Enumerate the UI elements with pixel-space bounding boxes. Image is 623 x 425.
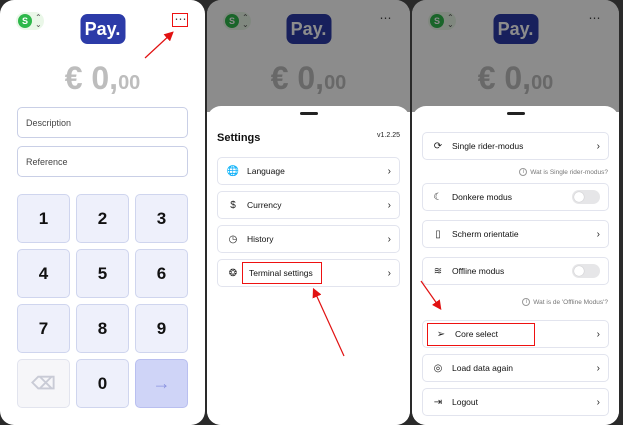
chevron-right-icon: › [596, 228, 600, 240]
core-select-highlight: ➢ Core select [427, 322, 535, 346]
globe-icon: 🌐 [226, 165, 240, 177]
settings-item-label: Terminal settings [242, 262, 322, 284]
chevron-right-icon: › [596, 140, 600, 152]
clock-icon: ◷ [228, 233, 238, 245]
backspace-icon: ⌫ [31, 373, 56, 393]
offline-mode-item: ≋ Offline modus [422, 257, 609, 285]
key-5[interactable]: 5 [76, 249, 129, 298]
key-3[interactable]: 3 [135, 194, 188, 243]
sheet-handle[interactable] [299, 112, 318, 115]
chevron-updown-icon: ⌃ ⌄ [35, 13, 42, 29]
sheet-title: Settings [217, 132, 261, 144]
wifi-off-icon: ≋ [433, 265, 443, 277]
phone-icon: ▯ [435, 228, 441, 240]
load-data-label: Load data again [452, 363, 513, 373]
puzzle-icon: ❂ [228, 267, 238, 279]
keypad: 1 2 3 4 5 6 7 8 9 ⌫ 0 → [17, 194, 188, 408]
key-6[interactable]: 6 [135, 249, 188, 298]
description-field[interactable]: Description [17, 107, 188, 138]
arrow-right-icon: → [152, 373, 171, 393]
load-data-item[interactable]: ◎ Load data again › [422, 354, 609, 382]
terminal-settings-sheet: ⟳ Single rider-modus › i Wat is Single r… [412, 106, 619, 425]
logout-icon: ⇥ [433, 396, 443, 408]
key-7[interactable]: 7 [17, 304, 70, 353]
terminal-settings-screen: S ⌃ ⌄ Pay. ⋯ € 0,00 ⟳ Single rider-modus … [412, 0, 619, 425]
chevron-right-icon: › [596, 362, 600, 374]
key-2[interactable]: 2 [76, 194, 129, 243]
reference-placeholder: Reference [26, 156, 68, 167]
offline-mode-toggle[interactable] [572, 264, 600, 278]
send-icon: ➢ [436, 328, 446, 340]
backspace-button[interactable]: ⌫ [17, 359, 70, 408]
single-rider-item[interactable]: ⟳ Single rider-modus › [422, 132, 609, 160]
key-0[interactable]: 0 [76, 359, 129, 408]
chevron-right-icon: › [387, 233, 391, 245]
sync-icon: ⟳ [433, 140, 443, 152]
core-select-label: Core select [455, 329, 498, 339]
amount-cents: 00 [118, 72, 141, 94]
currency-icon: $ [230, 199, 236, 211]
settings-item-terminal-settings[interactable]: ❂ Terminal settings › [217, 259, 400, 287]
more-menu-button[interactable]: ⋯ [172, 13, 188, 27]
amount-main: € 0, [64, 60, 119, 96]
key-9[interactable]: 9 [135, 304, 188, 353]
backdrop-overlay[interactable] [207, 0, 410, 112]
dark-mode-toggle[interactable] [572, 190, 600, 204]
key-8[interactable]: 8 [76, 304, 129, 353]
chevron-right-icon: › [387, 267, 391, 279]
screen-orientation-label: Scherm orientatie [452, 229, 519, 239]
stage: S ⌃ ⌄ Pay. ⋯ € 0,00 Description Reference… [0, 0, 623, 425]
confirm-button[interactable]: → [135, 359, 188, 408]
chevron-right-icon: › [596, 328, 600, 340]
settings-item-label: Language [247, 166, 285, 176]
single-rider-label: Single rider-modus [452, 141, 524, 151]
backdrop-overlay[interactable] [412, 0, 619, 112]
sheet-handle[interactable] [506, 112, 525, 115]
single-rider-help-link[interactable]: i Wat is Single rider-modus? [519, 168, 608, 176]
info-icon: i [519, 168, 528, 176]
logout-label: Logout [452, 397, 478, 407]
core-select-item[interactable]: ➢ Core select › [422, 320, 609, 348]
settings-sheet: Settings v1.2.25 🌐 Language › $ Currency… [207, 106, 410, 425]
logout-item[interactable]: ⇥ Logout › [422, 388, 609, 416]
chevron-right-icon: › [387, 165, 391, 177]
settings-item-currency[interactable]: $ Currency › [217, 191, 400, 219]
business-badge: S [18, 14, 32, 28]
reference-field[interactable]: Reference [17, 146, 188, 177]
moon-icon: ☾ [433, 191, 443, 203]
chevron-right-icon: › [387, 199, 391, 211]
key-1[interactable]: 1 [17, 194, 70, 243]
settings-item-label: History [247, 234, 274, 244]
settings-item-history[interactable]: ◷ History › [217, 225, 400, 253]
chevron-right-icon: › [596, 396, 600, 408]
business-switcher[interactable]: S ⌃ ⌄ [16, 12, 44, 30]
settings-item-language[interactable]: 🌐 Language › [217, 157, 400, 185]
amount-display: € 0,00 [0, 60, 205, 97]
payment-screen: S ⌃ ⌄ Pay. ⋯ € 0,00 Description Reference… [0, 0, 205, 425]
description-placeholder: Description [26, 117, 72, 128]
offline-mode-label: Offline modus [452, 266, 505, 276]
single-rider-hint: Wat is Single rider-modus? [530, 168, 608, 176]
screen-orientation-item[interactable]: ▯ Scherm orientatie › [422, 220, 609, 248]
settings-item-label: Currency [247, 200, 282, 210]
pay-logo: Pay. [80, 14, 125, 44]
info-icon: i [522, 298, 531, 306]
dark-mode-item: ☾ Donkere modus [422, 183, 609, 211]
fingerprint-icon: ◎ [433, 362, 443, 374]
offline-hint: Wat is de 'Offline Modus'? [533, 298, 608, 306]
app-version: v1.2.25 [377, 132, 400, 139]
dark-mode-label: Donkere modus [452, 192, 513, 202]
key-4[interactable]: 4 [17, 249, 70, 298]
settings-screen: S ⌃ ⌄ Pay. ⋯ € 0,00 Settings v1.2.25 🌐 La… [207, 0, 410, 425]
offline-help-link[interactable]: i Wat is de 'Offline Modus'? [522, 298, 608, 306]
